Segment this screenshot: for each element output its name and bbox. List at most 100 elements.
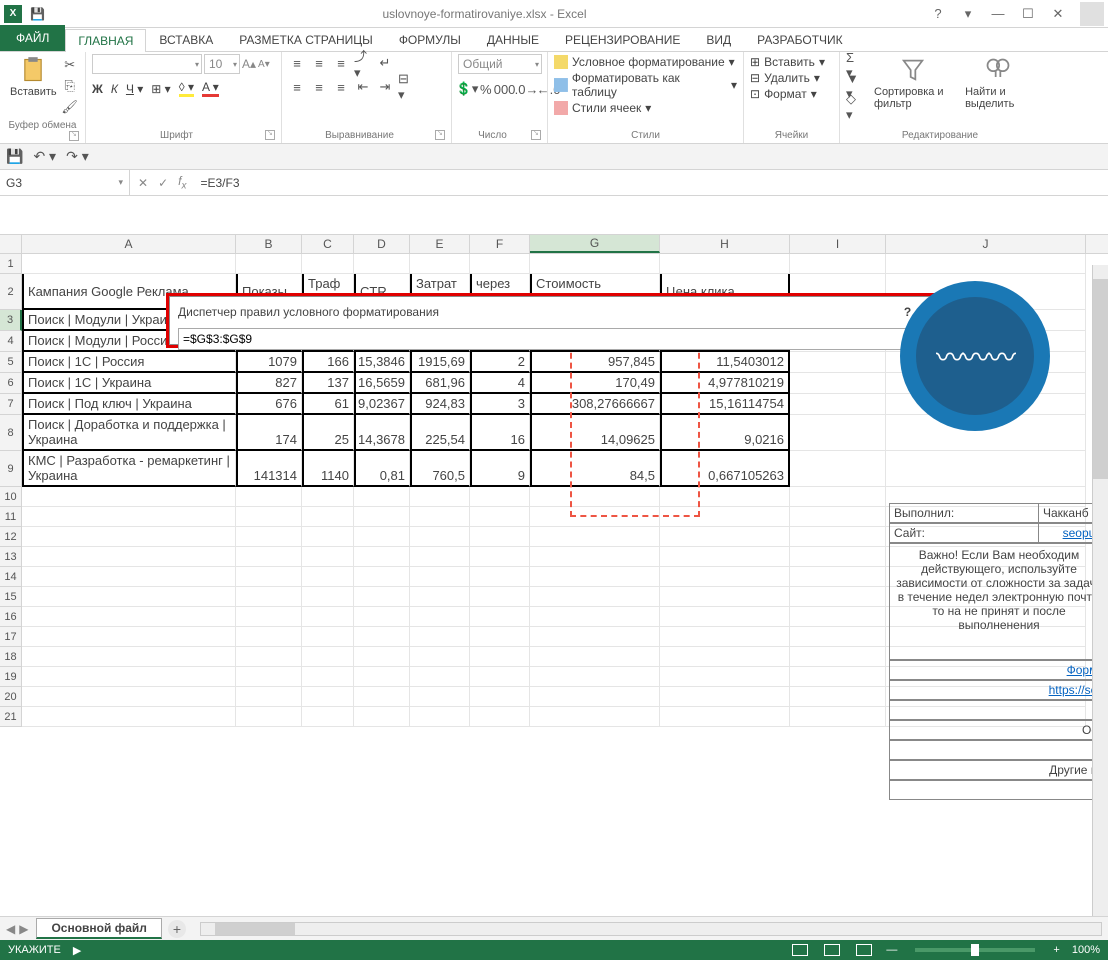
cell[interactable]: 174 xyxy=(236,415,302,451)
col-A[interactable]: A xyxy=(22,235,236,253)
redo-icon[interactable]: ↷ ▾ xyxy=(66,148,89,165)
cell[interactable] xyxy=(236,627,302,647)
merge-icon[interactable]: ⊟ ▾ xyxy=(398,78,416,96)
cell[interactable] xyxy=(410,607,470,627)
paste-button[interactable]: Вставить xyxy=(6,54,61,118)
italic-icon[interactable]: К xyxy=(111,82,118,96)
cell[interactable] xyxy=(354,487,410,507)
cell[interactable]: 61 xyxy=(302,394,354,415)
cell[interactable] xyxy=(470,707,530,727)
find-select-button[interactable]: Найти и выделить xyxy=(961,54,1034,118)
tab-home[interactable]: ГЛАВНАЯ xyxy=(65,29,146,52)
cell[interactable] xyxy=(660,507,790,527)
cell[interactable] xyxy=(470,687,530,707)
cell[interactable] xyxy=(236,587,302,607)
ribbon-options-icon[interactable]: ▾ xyxy=(954,4,982,24)
cell[interactable] xyxy=(660,587,790,607)
cell[interactable] xyxy=(410,527,470,547)
cell[interactable] xyxy=(354,607,410,627)
row-header[interactable]: 14 xyxy=(0,567,22,587)
fx-icon[interactable]: fx xyxy=(178,174,186,191)
zoom-out-icon[interactable]: — xyxy=(886,944,897,956)
tab-formulas[interactable]: ФОРМУЛЫ xyxy=(386,28,474,51)
clipboard-launcher[interactable] xyxy=(69,131,79,141)
cell[interactable] xyxy=(530,687,660,707)
cell[interactable] xyxy=(22,507,236,527)
cell[interactable] xyxy=(302,687,354,707)
cell[interactable] xyxy=(790,507,886,527)
row-header[interactable]: 11 xyxy=(0,507,22,527)
cell[interactable] xyxy=(302,527,354,547)
cell[interactable] xyxy=(660,547,790,567)
row-header[interactable]: 13 xyxy=(0,547,22,567)
save-icon[interactable]: 💾 xyxy=(30,7,45,21)
row-header[interactable]: 10 xyxy=(0,487,22,507)
cell[interactable]: 14,3678 xyxy=(354,415,410,451)
col-H[interactable]: H xyxy=(660,235,790,253)
tab-insert[interactable]: ВСТАВКА xyxy=(146,28,226,51)
cell[interactable] xyxy=(660,607,790,627)
cell[interactable]: 84,5 xyxy=(530,451,660,487)
tab-view[interactable]: ВИД xyxy=(693,28,744,51)
cell[interactable] xyxy=(236,507,302,527)
cell[interactable]: 681,96 xyxy=(410,373,470,394)
cell[interactable] xyxy=(790,547,886,567)
cell[interactable] xyxy=(790,254,886,274)
cell[interactable] xyxy=(790,415,886,451)
zoom-level[interactable]: 100% xyxy=(1072,944,1100,956)
save-qat-icon[interactable]: 💾 xyxy=(6,148,23,165)
cell[interactable]: 225,54 xyxy=(410,415,470,451)
cell[interactable] xyxy=(22,667,236,687)
cell[interactable] xyxy=(530,507,660,527)
cell[interactable] xyxy=(530,647,660,667)
row-header[interactable]: 15 xyxy=(0,587,22,607)
cell[interactable] xyxy=(470,254,530,274)
cell[interactable] xyxy=(530,487,660,507)
cell[interactable] xyxy=(236,254,302,274)
cell[interactable] xyxy=(790,667,886,687)
cell[interactable] xyxy=(22,487,236,507)
cell[interactable] xyxy=(410,487,470,507)
row-header[interactable]: 12 xyxy=(0,527,22,547)
cell[interactable] xyxy=(302,707,354,727)
cell[interactable] xyxy=(470,627,530,647)
cell[interactable] xyxy=(236,687,302,707)
col-J[interactable]: J xyxy=(886,235,1086,253)
cell[interactable] xyxy=(354,627,410,647)
cell[interactable] xyxy=(790,627,886,647)
cell[interactable] xyxy=(354,667,410,687)
cell[interactable] xyxy=(470,487,530,507)
cell[interactable] xyxy=(660,627,790,647)
cell[interactable]: 9,0216 xyxy=(660,415,790,451)
cell[interactable]: Поиск | Доработка и поддержка | Украина xyxy=(22,415,236,451)
align-center-icon[interactable]: ≡ xyxy=(310,78,328,96)
delete-cells-button[interactable]: ⊟ Удалить ▾ xyxy=(750,70,833,86)
cell[interactable] xyxy=(660,647,790,667)
cell[interactable]: КМС | Разработка - ремаркетинг | Украина xyxy=(22,451,236,487)
row-header[interactable]: 21 xyxy=(0,707,22,727)
cell[interactable] xyxy=(790,687,886,707)
cell[interactable] xyxy=(790,567,886,587)
cell[interactable]: 9 xyxy=(470,451,530,487)
cell[interactable] xyxy=(302,507,354,527)
underline-icon[interactable]: Ч ▾ xyxy=(126,82,143,96)
cell[interactable] xyxy=(302,587,354,607)
cell[interactable] xyxy=(410,667,470,687)
cell[interactable] xyxy=(302,487,354,507)
cell[interactable] xyxy=(302,647,354,667)
cell[interactable] xyxy=(470,667,530,687)
cell[interactable] xyxy=(354,687,410,707)
sheet-nav-prev-icon[interactable]: ◀ xyxy=(6,922,15,936)
row-header[interactable]: 20 xyxy=(0,687,22,707)
cell[interactable]: 308,27666667 xyxy=(530,394,660,415)
align-right-icon[interactable]: ≡ xyxy=(332,78,350,96)
close-icon[interactable]: ✕ xyxy=(1044,4,1072,24)
cell[interactable] xyxy=(354,567,410,587)
cell[interactable] xyxy=(530,587,660,607)
row-header[interactable]: 4 xyxy=(0,331,22,352)
cell[interactable]: 0,81 xyxy=(354,451,410,487)
cell[interactable] xyxy=(302,547,354,567)
cell[interactable]: Поиск | Под ключ | Украина xyxy=(22,394,236,415)
col-B[interactable]: B xyxy=(236,235,302,253)
tab-developer[interactable]: РАЗРАБОТЧИК xyxy=(744,28,856,51)
